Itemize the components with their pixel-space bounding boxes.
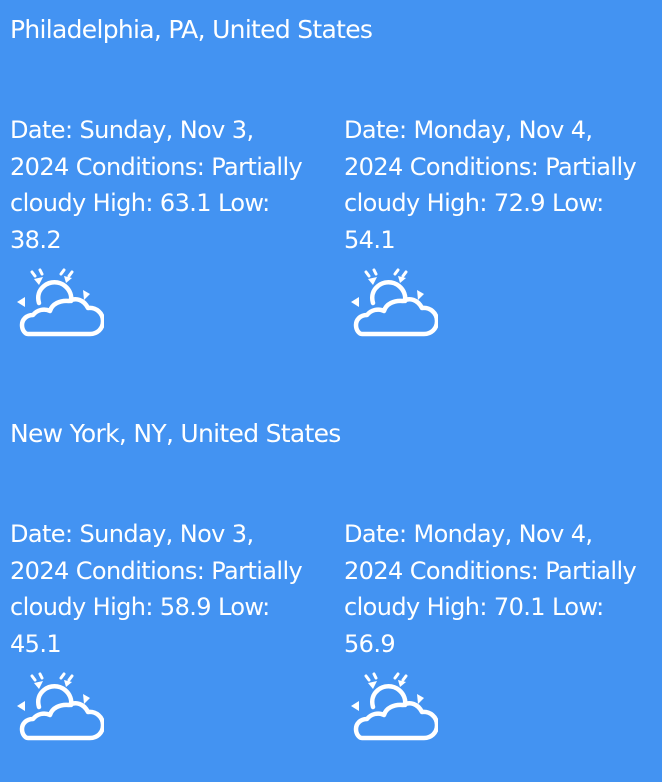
forecast-details: Date: Monday, Nov 4, 2024 Conditions: Pa… xyxy=(344,116,637,254)
partly-cloudy-day-icon xyxy=(17,672,104,741)
city-title: New York, NY, United States xyxy=(10,419,341,448)
partly-cloudy-day-icon xyxy=(351,672,438,741)
forecast-card: Date: Monday, Nov 4, 2024 Conditions: Pa… xyxy=(344,516,644,741)
weather-page: Philadelphia, PA, United States Date: Su… xyxy=(0,0,662,782)
forecast-card: Date: Monday, Nov 4, 2024 Conditions: Pa… xyxy=(344,112,644,337)
forecast-card: Date: Sunday, Nov 3, 2024 Conditions: Pa… xyxy=(10,112,310,337)
forecast-card: Date: Sunday, Nov 3, 2024 Conditions: Pa… xyxy=(10,516,310,741)
city-title: Philadelphia, PA, United States xyxy=(10,15,373,44)
forecast-details: Date: Sunday, Nov 3, 2024 Conditions: Pa… xyxy=(10,116,303,254)
location-new-york: New York, NY, United States Date: Sunday… xyxy=(0,404,662,782)
location-philadelphia: Philadelphia, PA, United States Date: Su… xyxy=(0,0,662,404)
forecast-details: Date: Monday, Nov 4, 2024 Conditions: Pa… xyxy=(344,520,637,658)
partly-cloudy-day-icon xyxy=(17,268,104,337)
partly-cloudy-day-icon xyxy=(351,268,438,337)
forecast-details: Date: Sunday, Nov 3, 2024 Conditions: Pa… xyxy=(10,520,303,658)
